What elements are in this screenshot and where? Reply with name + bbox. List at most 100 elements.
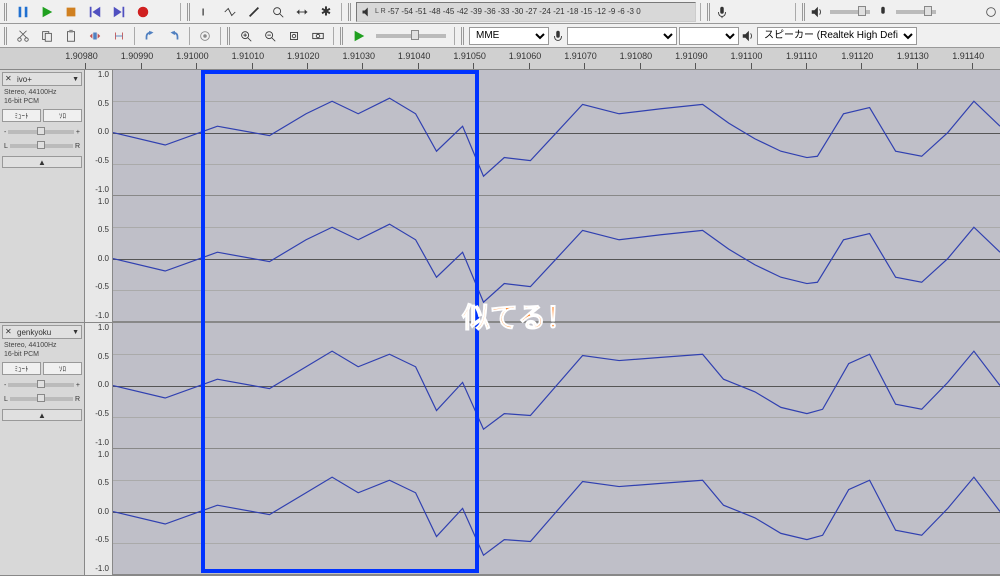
toolbar-grip[interactable] — [227, 27, 231, 45]
vruler-label: -0.5 — [95, 409, 109, 418]
recording-device-dropdown[interactable] — [567, 27, 677, 45]
recording-channels-dropdown[interactable] — [679, 27, 739, 45]
track-header[interactable]: ✕ genkyoku ▼ — [2, 325, 82, 339]
ruler-label: 1.91020 — [287, 51, 320, 61]
ruler-label: 1.91000 — [176, 51, 209, 61]
scrub-icon — [984, 5, 998, 19]
trim-button[interactable] — [84, 26, 106, 46]
pan-slider[interactable] — [10, 397, 73, 401]
toolbar-grip[interactable] — [348, 3, 352, 21]
track-name: ivo+ — [17, 75, 70, 84]
mic-slider-icon — [876, 5, 890, 19]
speaker-icon — [361, 6, 373, 18]
zoom-out-button[interactable] — [259, 26, 281, 46]
cut-button[interactable] — [12, 26, 34, 46]
solo-button[interactable]: ｿﾛ — [43, 362, 82, 375]
track-format: Stereo, 44100Hz — [2, 341, 82, 350]
ruler-label: 1.91140 — [952, 51, 984, 61]
pan-slider[interactable] — [10, 144, 73, 148]
slider-l-label: L — [4, 396, 8, 403]
vruler-label: 0.5 — [98, 225, 109, 234]
copy-button[interactable] — [36, 26, 58, 46]
gain-slider[interactable] — [8, 130, 74, 134]
toolbar-grip[interactable] — [4, 27, 8, 45]
timeshift-tool[interactable] — [291, 2, 313, 22]
vruler-label: 0.5 — [98, 352, 109, 361]
timeline-ruler[interactable]: 1.909801.909901.910001.910101.910201.910… — [0, 48, 1000, 70]
redo-button[interactable] — [163, 26, 185, 46]
fit-selection-button[interactable] — [283, 26, 305, 46]
ruler-label: 1.91080 — [620, 51, 653, 61]
pause-button[interactable] — [12, 2, 34, 22]
vruler-label: 1.0 — [98, 197, 109, 206]
waveform-channel — [113, 70, 1000, 196]
audio-track: ✕ ivo+ ▼ Stereo, 44100Hz 16-bit PCM ﾐｭｰﾄ… — [0, 70, 1000, 323]
track-menu-arrow[interactable]: ▼ — [72, 76, 79, 83]
toolbar-grip[interactable] — [187, 3, 191, 21]
svg-text:I: I — [202, 6, 205, 18]
close-track-button[interactable]: ✕ — [5, 74, 15, 84]
waveform-channel — [113, 323, 1000, 449]
slider-minus-label: - — [4, 382, 6, 389]
record-button[interactable] — [132, 2, 154, 22]
paste-button[interactable] — [60, 26, 82, 46]
mute-button[interactable]: ﾐｭｰﾄ — [2, 109, 41, 122]
track-bitdepth: 16-bit PCM — [2, 350, 82, 359]
edit-toolbar: MME スピーカー (Realtek High Defini — [0, 24, 1000, 48]
ruler-label: 1.91030 — [342, 51, 375, 61]
close-track-button[interactable]: ✕ — [5, 327, 15, 337]
ruler-label: 1.91010 — [232, 51, 265, 61]
gain-slider[interactable] — [8, 383, 74, 387]
input-volume-slider[interactable] — [896, 10, 936, 14]
ruler-label: 1.91110 — [786, 51, 817, 61]
playback-device-dropdown[interactable]: スピーカー (Realtek High Defini — [757, 27, 917, 45]
ruler-label: 1.90990 — [121, 51, 154, 61]
meter-lr-label: L R — [375, 8, 386, 15]
skip-start-button[interactable] — [84, 2, 106, 22]
toolbar-grip[interactable] — [4, 3, 8, 21]
ruler-label: 1.91040 — [398, 51, 431, 61]
vruler-label: 1.0 — [98, 323, 109, 332]
track-waveform[interactable] — [113, 70, 1000, 322]
envelope-tool[interactable] — [219, 2, 241, 22]
waveform-channel — [113, 196, 1000, 322]
skip-end-button[interactable] — [108, 2, 130, 22]
playback-speed-slider[interactable] — [376, 34, 446, 38]
zoom-in-button[interactable] — [235, 26, 257, 46]
toolbar-grip[interactable] — [461, 27, 465, 45]
collapse-button[interactable]: ▲ — [2, 156, 82, 168]
stop-button[interactable] — [60, 2, 82, 22]
waveform-channel — [113, 449, 1000, 575]
output-volume-slider[interactable] — [830, 10, 870, 14]
fit-project-button[interactable] — [307, 26, 329, 46]
ruler-label: 1.91060 — [509, 51, 542, 61]
toolbar-grip[interactable] — [707, 3, 711, 21]
slider-r-label: R — [75, 143, 80, 150]
play-at-speed-button[interactable] — [348, 26, 370, 46]
vruler-label: 1.0 — [98, 450, 109, 459]
toolbar-grip[interactable] — [340, 27, 344, 45]
collapse-button[interactable]: ▲ — [2, 409, 82, 421]
track-menu-arrow[interactable]: ▼ — [72, 329, 79, 336]
selection-tool[interactable]: I — [195, 2, 217, 22]
draw-tool[interactable] — [243, 2, 265, 22]
sync-lock-button[interactable] — [194, 26, 216, 46]
toolbar-grip[interactable] — [802, 3, 806, 21]
ruler-label: 1.91070 — [564, 51, 597, 61]
silence-button[interactable] — [108, 26, 130, 46]
playback-meter[interactable]: L R -57 -54 -51 -48 -45 -42 -39 -36 -33 … — [356, 2, 696, 22]
slider-r-label: R — [75, 396, 80, 403]
solo-button[interactable]: ｿﾛ — [43, 109, 82, 122]
track-name: genkyoku — [17, 328, 70, 337]
mute-button[interactable]: ﾐｭｰﾄ — [2, 362, 41, 375]
svg-text:✱: ✱ — [321, 5, 331, 19]
zoom-tool[interactable] — [267, 2, 289, 22]
track-header[interactable]: ✕ ivo+ ▼ — [2, 72, 82, 86]
play-button[interactable] — [36, 2, 58, 22]
multi-tool[interactable]: ✱ — [315, 2, 337, 22]
ruler-label: 1.91050 — [453, 51, 486, 61]
audio-host-dropdown[interactable]: MME — [469, 27, 549, 45]
undo-button[interactable] — [139, 26, 161, 46]
track-waveform[interactable] — [113, 323, 1000, 575]
vruler-label: 0.5 — [98, 99, 109, 108]
